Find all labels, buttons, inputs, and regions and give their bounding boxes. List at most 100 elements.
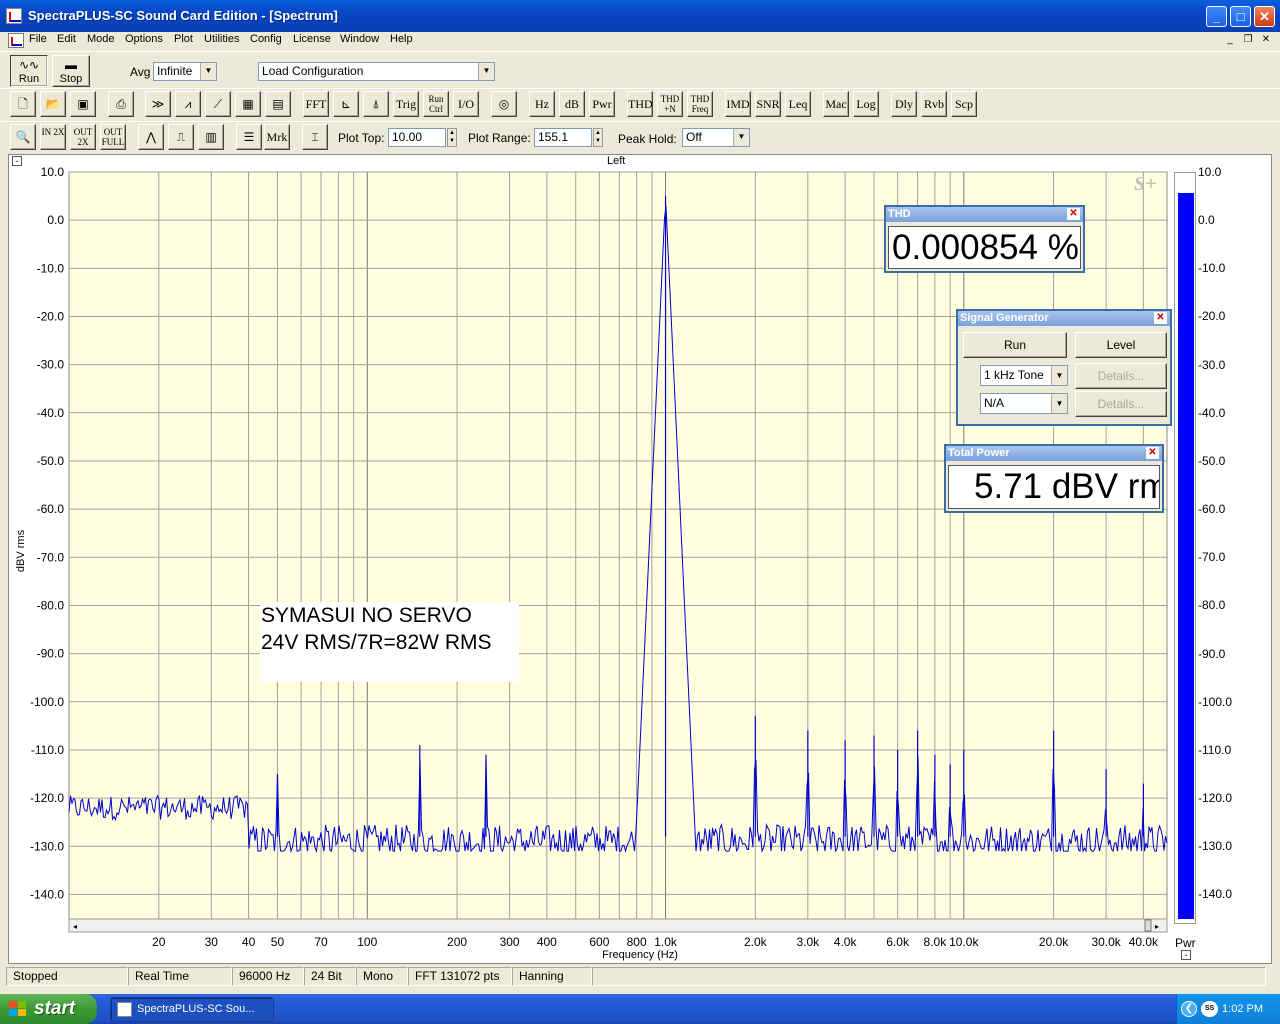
status-bar: Stopped Real Time 96000 Hz 24 Bit Mono F…	[0, 964, 1280, 992]
x-tick-label: 50	[271, 935, 285, 949]
meter-tick-label: -10.0	[1198, 261, 1226, 276]
x-tick-label: 70	[314, 935, 328, 949]
taskbar-app-button[interactable]: SpectraPLUS-SC Sou...	[110, 997, 274, 1022]
meter-tick-label: 0.0	[1198, 213, 1215, 228]
meter-collapse-icon[interactable]: -	[1181, 950, 1191, 960]
y-tick-label: -50.0	[37, 454, 65, 468]
taskbar: start SpectraPLUS-SC Sou... ❮ SS 1:02 PM	[0, 994, 1280, 1024]
scroll-left-icon: ◂	[73, 922, 77, 931]
scroll-thumb	[1144, 919, 1152, 932]
meter-tick-label: -60.0	[1198, 502, 1226, 517]
y-axis-label: dBV rms	[15, 529, 27, 572]
x-tick-label: 40.0k	[1129, 935, 1159, 949]
horizontal-scrollbar	[68, 918, 1168, 933]
y-tick-label: 10.0	[41, 165, 65, 179]
x-tick-label: 20.0k	[1039, 935, 1069, 949]
thd-panel-header[interactable]: THD ✕	[886, 207, 1083, 222]
status-bit-depth: 24 Bit	[304, 967, 356, 986]
x-tick-label: 100	[357, 935, 377, 949]
x-tick-label: 600	[589, 935, 609, 949]
annotation-line-1: SYMASUI NO SERVO	[261, 604, 472, 627]
y-tick-label: -140.0	[30, 887, 64, 901]
x-axis-label: Frequency (Hz)	[602, 949, 678, 961]
siggen-level-button[interactable]: Level	[1075, 332, 1167, 358]
y-tick-label: -40.0	[37, 406, 65, 420]
annotation-line-2: 24V RMS/7R=82W RMS	[261, 631, 492, 654]
details-button-2[interactable]: Details...	[1075, 391, 1167, 417]
total-power-title: Total Power	[948, 447, 1010, 459]
thd-panel[interactable]: THD ✕ 0.000854 %	[884, 205, 1085, 273]
meter-tick-label: -20.0	[1198, 309, 1226, 324]
meter-tick-label: -70.0	[1198, 550, 1226, 565]
y-tick-label: -130.0	[30, 839, 64, 853]
y-tick-label: -80.0	[37, 598, 65, 612]
x-tick-label: 6.0k	[886, 935, 910, 949]
meter-tick-label: -80.0	[1198, 598, 1226, 613]
x-tick-label: 10.0k	[949, 935, 979, 949]
close-icon[interactable]: ✕	[1154, 312, 1167, 324]
meter-tick-label: -130.0	[1198, 839, 1233, 854]
y-tick-label: 0.0	[47, 213, 64, 227]
secondary-value: N/A	[984, 396, 1005, 410]
meter-tick-label: -40.0	[1198, 405, 1226, 420]
siggen-run-button[interactable]: Run	[963, 332, 1067, 358]
x-tick-label: 300	[500, 935, 520, 949]
start-label: start	[34, 998, 76, 1019]
status-mode: Real Time	[128, 967, 232, 986]
waveform-select[interactable]: 1 kHz Tone ▼	[980, 365, 1068, 386]
total-power-panel[interactable]: Total Power ✕ 5.71 dBV rms	[944, 444, 1164, 513]
x-tick-label: 20	[152, 935, 166, 949]
power-meter-fill	[1178, 192, 1194, 919]
x-tick-label: 8.0k	[924, 935, 948, 949]
meter-tick-label: -100.0	[1198, 694, 1233, 709]
thd-readout: 0.000854 %	[888, 226, 1081, 269]
tray-app-icon[interactable]: SS	[1201, 1001, 1218, 1017]
taskbar-app-label: SpectraPLUS-SC Sou...	[137, 1003, 255, 1015]
meter-tick-label: -140.0	[1198, 887, 1233, 902]
windows-logo-icon	[9, 1001, 26, 1016]
close-icon[interactable]: ✕	[1146, 447, 1159, 459]
y-tick-label: -120.0	[30, 791, 64, 805]
meter-tick-label: -110.0	[1198, 742, 1232, 757]
status-state: Stopped	[6, 967, 128, 986]
s-plus-logo: S+	[1134, 173, 1157, 195]
y-tick-label: -60.0	[37, 502, 65, 516]
status-window: Hanning	[512, 967, 592, 986]
app-icon	[117, 1002, 132, 1017]
signal-generator-panel[interactable]: Signal Generator ✕ Run Level 1 kHz Tone …	[956, 309, 1172, 426]
x-tick-label: 3.0k	[797, 935, 821, 949]
y-tick-label: -10.0	[37, 261, 65, 275]
annotation-text-box: SYMASUI NO SERVO 24V RMS/7R=82W RMS	[260, 602, 519, 682]
close-icon[interactable]: ✕	[1067, 208, 1080, 220]
meter-tick-label: 10.0	[1198, 165, 1222, 179]
meter-tick-label: -30.0	[1198, 357, 1226, 372]
x-tick-label: 4.0k	[834, 935, 858, 949]
chevron-down-icon[interactable]: ▼	[1051, 394, 1067, 413]
thd-panel-title: THD	[888, 208, 911, 220]
x-tick-label: 200	[447, 935, 467, 949]
scroll-right-icon: ▸	[1155, 922, 1159, 931]
x-tick-label: 1.0k	[654, 935, 678, 949]
y-tick-label: -30.0	[37, 358, 65, 372]
clock: 1:02 PM	[1222, 1003, 1263, 1015]
power-meter-label: Pwr	[1175, 936, 1196, 950]
x-tick-label: 400	[537, 935, 557, 949]
y-tick-label: -70.0	[37, 550, 65, 564]
meter-tick-label: -90.0	[1198, 646, 1226, 661]
status-channels: Mono	[356, 967, 408, 986]
x-tick-label: 40	[242, 935, 256, 949]
system-tray: ❮ SS 1:02 PM	[1176, 994, 1280, 1024]
waveform-value: 1 kHz Tone	[984, 368, 1044, 382]
x-tick-label: 800	[627, 935, 647, 949]
tray-expand-icon[interactable]: ❮	[1181, 1001, 1197, 1017]
total-power-header[interactable]: Total Power ✕	[946, 446, 1162, 461]
plot-area	[68, 171, 1168, 920]
start-button[interactable]: start	[0, 994, 97, 1024]
signal-generator-header[interactable]: Signal Generator ✕	[958, 311, 1170, 326]
x-tick-label: 30	[205, 935, 219, 949]
y-tick-label: -20.0	[37, 309, 65, 323]
chevron-down-icon[interactable]: ▼	[1051, 366, 1067, 385]
meter-tick-label: -50.0	[1198, 453, 1226, 468]
details-button-1[interactable]: Details...	[1075, 363, 1167, 389]
secondary-select[interactable]: N/A ▼	[980, 393, 1068, 414]
